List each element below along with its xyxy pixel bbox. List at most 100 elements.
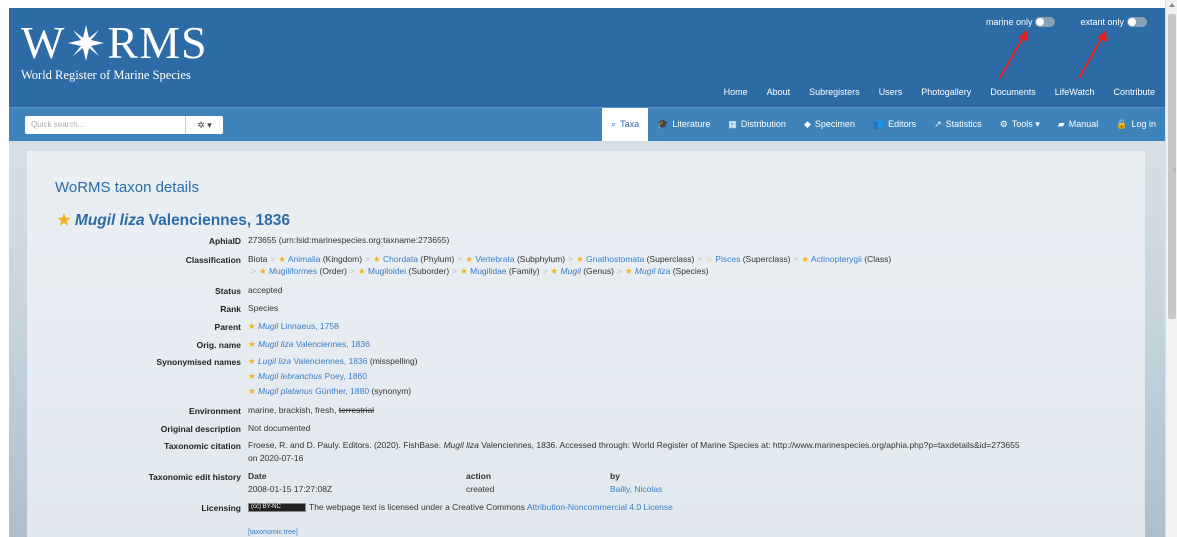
tab-manual[interactable]: ▰ Manual <box>1049 108 1107 141</box>
license-link[interactable]: Attribution-Noncommercial 4.0 License <box>527 502 673 512</box>
classification-taxon-link[interactable]: Gnathostomata <box>586 254 644 264</box>
scrollbar-thumb[interactable] <box>1168 14 1176 319</box>
edit-history-label: Taxonomic edit history <box>148 472 241 482</box>
nav-contribute[interactable]: Contribute <box>1113 87 1155 97</box>
vertical-scrollbar[interactable]: ≡ <box>1165 0 1177 537</box>
classification-taxon-link[interactable]: Vertebrata <box>475 254 514 264</box>
history-editor[interactable]: Bailly, Nicolas <box>610 484 662 494</box>
classification-taxon-link[interactable]: Animalia <box>288 254 321 264</box>
citation-italic: Mugil liza <box>443 440 479 450</box>
classification-rank: (Family) <box>506 266 540 276</box>
classification-taxon-link[interactable]: Chordata <box>383 254 418 264</box>
nav-users[interactable]: Users <box>879 87 903 97</box>
worms-logo[interactable]: W RMS World Register of Marine Species <box>21 20 208 83</box>
classification-line-1: Biota > ★ Animalia (Kingdom) > ★ Chordata (P… <box>248 253 891 265</box>
search-options-button[interactable]: ✲ ▾ <box>185 116 223 134</box>
breadcrumb-separator: > <box>457 254 463 264</box>
scroll-grip-icon: ≡ <box>1172 168 1176 174</box>
star-icon: ★ <box>248 339 256 349</box>
classification-rank: (Order) <box>317 266 347 276</box>
aphiaid-label: AphiaID <box>208 236 241 246</box>
aphiaid-value: 273655 (urn:lsid:marinespecies.org:taxna… <box>248 235 450 245</box>
star-icon: ★ <box>357 266 366 276</box>
breadcrumb-separator: > <box>349 266 355 276</box>
history-header-by: by <box>610 471 620 481</box>
quick-search-input[interactable]: Quick search... <box>25 116 185 134</box>
scroll-up-icon[interactable] <box>1169 3 1175 7</box>
parent-label: Parent <box>214 322 241 332</box>
tab-taxa[interactable]: ⌕ Taxa <box>602 108 649 141</box>
rank-label: Rank <box>220 304 241 314</box>
synonym-author: Poey, 1860 <box>324 371 368 381</box>
taxonomic-tree-anchor[interactable]: [taxonomic tree] <box>248 529 298 536</box>
star-icon: ★ <box>248 321 256 331</box>
nav-home[interactable]: Home <box>724 87 748 97</box>
star-icon: ★ <box>801 254 809 264</box>
orig-name-link[interactable]: Mugil liza Valenciennes, 1836 <box>258 339 370 349</box>
main-navbar: Quick search... ✲ ▾ ⌕ Taxa 🎓 Literature ▦ D… <box>9 107 1165 141</box>
filter-toggles: marine only extant only <box>986 17 1147 27</box>
extant-only-toggle[interactable]: extant only <box>1080 17 1147 27</box>
taxonomic-tree-link[interactable]: [taxonomic tree] <box>248 527 298 537</box>
tab-login-label: Log in <box>1131 119 1156 129</box>
annotation-arrow-extant <box>1078 30 1107 79</box>
history-editor-link[interactable]: Bailly, Nicolas <box>610 483 662 495</box>
star-icon: ★ <box>258 266 267 276</box>
breadcrumb-separator: > <box>270 254 276 264</box>
synonym-link[interactable]: Lugil liza Valenciennes, 1836 <box>258 356 368 366</box>
tab-tools[interactable]: ⚙ Tools ▾ <box>991 108 1049 141</box>
synonym-link[interactable]: Mugil platanus Günther, 1880 <box>258 386 369 396</box>
synonym-link[interactable]: Mugil lebranchus Poey, 1860 <box>258 371 367 381</box>
classification-rank: (Class) <box>861 254 892 264</box>
environment-label: Environment <box>189 406 241 416</box>
classification-taxon-link[interactable]: Actinopterygii <box>811 254 862 264</box>
classification-taxon-link[interactable]: Mugiliformes <box>269 266 317 276</box>
star-icon: ★ <box>550 266 559 276</box>
synonym-name: Lugil liza <box>258 356 292 366</box>
taxonomic-citation-value: Froese, R. and D. Pauly. Editors. (2020)… <box>248 439 1020 451</box>
tab-statistics[interactable]: ↗ Statistics <box>925 108 991 141</box>
breadcrumb-separator: > <box>452 266 458 276</box>
parent-link[interactable]: Mugil Linnaeus, 1758 <box>258 321 339 331</box>
nav-lifewatch[interactable]: LifeWatch <box>1055 87 1095 97</box>
page-title: WoRMS taxon details <box>55 179 199 196</box>
tab-distribution[interactable]: ▦ Distribution <box>719 108 795 141</box>
breadcrumb-separator: > <box>568 254 574 264</box>
classification-taxon-link[interactable]: Mugil <box>561 266 581 276</box>
synonym-item: ★ Mugil lebranchus Poey, 1860 <box>248 370 367 382</box>
marine-only-switch[interactable] <box>1035 17 1056 27</box>
star-icon: ★ <box>460 266 468 276</box>
classification-taxon-link[interactable]: Mugilidae <box>470 266 506 276</box>
breadcrumb-separator: > <box>251 266 256 276</box>
nav-subregisters[interactable]: Subregisters <box>809 87 860 97</box>
star-icon: ★ <box>465 254 473 264</box>
licensing-value: (cc) BY-NC The webpage text is licensed u… <box>248 501 673 513</box>
extant-only-label: extant only <box>1080 17 1124 27</box>
breadcrumb-separator: > <box>697 254 703 264</box>
site-header: W RMS World Register of Marine Species m… <box>9 8 1165 107</box>
nav-about[interactable]: About <box>767 87 791 97</box>
nav-documents[interactable]: Documents <box>990 87 1036 97</box>
classification-rank: (Kingdom) <box>320 254 363 264</box>
star-outline-icon: ☆ <box>705 254 713 264</box>
tab-editors[interactable]: 👥 Editors <box>864 108 925 141</box>
classification-rank: (Phylum) <box>418 254 455 264</box>
marine-only-toggle[interactable]: marine only <box>986 17 1056 27</box>
classification-taxon-link[interactable]: Mugil liza <box>635 266 670 276</box>
tab-specimen-label: Specimen <box>814 119 855 129</box>
status-value: accepted <box>248 285 283 295</box>
cc-license-badge[interactable]: (cc) BY-NC <box>248 503 306 513</box>
environment-list: marine, brackish, fresh, <box>248 405 339 415</box>
classification-label: Classification <box>185 255 241 265</box>
classification-line-2: > ★ Mugiliformes (Order) > ★ Mugiloidei (Su… <box>248 265 709 277</box>
gears-icon: ⚙ <box>999 119 1008 129</box>
tab-login[interactable]: 🔒 Log in <box>1107 108 1165 141</box>
original-description-value: Not documented <box>248 423 311 433</box>
classification-taxon-link[interactable]: Mugiloidei <box>368 266 406 276</box>
classification-taxon-link[interactable]: Pisces <box>715 254 740 264</box>
extant-only-switch[interactable] <box>1127 17 1147 27</box>
citation-pre: Froese, R. and D. Pauly. Editors. (2020)… <box>248 440 444 450</box>
tab-specimen[interactable]: ◆ Specimen <box>795 108 864 141</box>
tab-literature[interactable]: 🎓 Literature <box>648 108 719 141</box>
nav-photogallery[interactable]: Photogallery <box>921 87 971 97</box>
